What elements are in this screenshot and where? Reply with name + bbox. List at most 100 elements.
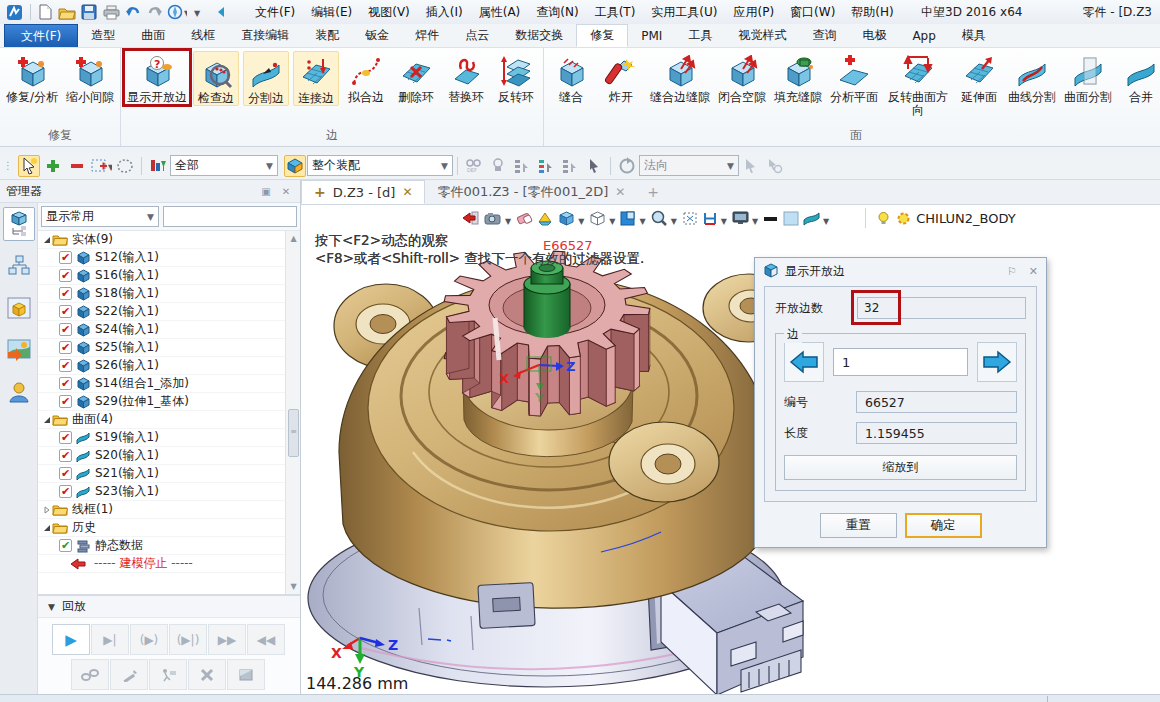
bg-color-icon[interactable] (782, 208, 800, 228)
tree-item-历史[interactable]: 历史 (38, 519, 300, 537)
tree-item-S20(输入1)[interactable]: ✔S20(输入1) (38, 447, 300, 465)
ribbon-button-修复/分析[interactable]: 修复/分析 (4, 51, 60, 104)
dropdown-arrow-icon[interactable]: ▼ (189, 3, 209, 21)
redo-icon[interactable] (145, 3, 165, 21)
assembly-manager-tab[interactable] (3, 249, 35, 283)
tree-item-S22(输入1)[interactable]: ✔S22(输入1) (38, 303, 300, 321)
tree-item-S19(输入1)[interactable]: ✔S19(输入1) (38, 429, 300, 447)
visibility-checkbox[interactable]: ✔ (59, 395, 72, 408)
filter-icon[interactable] (147, 155, 169, 177)
filter-all-combo[interactable]: 全部▼ (170, 155, 278, 176)
visibility-checkbox[interactable]: ✔ (59, 539, 72, 552)
ribbon-button-检查边[interactable]: 检查边 (193, 51, 239, 106)
ribbon-tab-视觉样式[interactable]: 视觉样式 (725, 24, 799, 47)
remove-red-icon[interactable] (66, 155, 88, 177)
list-pick2-icon[interactable] (559, 155, 581, 177)
frame-expand-icon[interactable] (681, 208, 699, 228)
view-orient-icon[interactable]: ▼ (167, 3, 187, 21)
marquee-icon[interactable]: ▼ (90, 155, 112, 177)
tree-manager-tab[interactable] (3, 207, 35, 241)
step-paren-button[interactable]: (▶) (130, 624, 168, 655)
menu-帮助(H)[interactable]: 帮助(H) (843, 1, 901, 24)
undo-icon[interactable] (123, 3, 143, 21)
app-logo-icon[interactable] (4, 3, 24, 21)
zoom-lens-icon[interactable] (650, 208, 669, 228)
open-file-icon[interactable] (57, 3, 77, 21)
tree-item-S14(组合1_添加)[interactable]: ✔S14(组合1_添加) (38, 375, 300, 393)
visibility-checkbox[interactable]: ✔ (59, 485, 72, 498)
ribbon-tab-造型[interactable]: 造型 (78, 24, 128, 47)
menu-工具(T)[interactable]: 工具(T) (587, 1, 644, 24)
pencil-button[interactable] (110, 659, 148, 690)
ribbon-button-缝合[interactable]: 缝合 (548, 51, 594, 104)
prev-edge-button[interactable] (784, 342, 824, 382)
ribbon-tab-线框[interactable]: 线框 (178, 24, 228, 47)
ribbon-tab-模具[interactable]: 模具 (949, 24, 999, 47)
ribbon-button-缝合边缝隙[interactable]: 缝合边缝隙 (648, 51, 712, 104)
save-icon[interactable] (79, 3, 99, 21)
lasso-icon[interactable] (114, 155, 136, 177)
collapsed-arrow-icon[interactable] (42, 506, 52, 514)
expanded-arrow-icon[interactable] (42, 416, 52, 424)
visibility-checkbox[interactable]: ✔ (59, 269, 72, 282)
ring-icon[interactable] (895, 208, 912, 228)
eraser-icon[interactable] (515, 208, 534, 228)
edge-index-field[interactable]: 1 (833, 348, 968, 376)
delete-x-button[interactable] (188, 659, 226, 690)
ribbon-tab-PMI[interactable]: PMI (628, 24, 675, 47)
ribbon-button-缩小间隙[interactable]: 缩小间隙 (64, 51, 116, 104)
dialog-titlebar[interactable]: 显示开放边 ⚐ ✕ (755, 258, 1046, 284)
ribbon-button-炸开[interactable]: 炸开 (598, 51, 644, 104)
visibility-checkbox[interactable]: ✔ (59, 467, 72, 480)
tree-item-S24(输入1)[interactable]: ✔S24(输入1) (38, 321, 300, 339)
step-end-button[interactable]: ▶| (91, 624, 129, 655)
ribbon-button-合并[interactable]: 合并 (1118, 51, 1160, 104)
tree-item-实体(9)[interactable]: 实体(9) (38, 231, 300, 249)
section-view-icon[interactable] (536, 208, 555, 228)
user-manager-tab[interactable] (3, 375, 35, 409)
solid-box-tab[interactable] (3, 291, 35, 325)
ribbon-tab-App[interactable]: App (899, 24, 948, 47)
base-clip-tab[interactable] (478, 583, 535, 629)
menu-属性(A)[interactable]: 属性(A) (471, 1, 529, 24)
file-menu-button[interactable]: 文件(F) (4, 24, 78, 47)
print-icon[interactable] (101, 3, 121, 21)
scope-combo[interactable]: 整个装配▼ (307, 155, 453, 176)
menu-编辑(E)[interactable]: 编辑(E) (303, 1, 360, 24)
rewind-button[interactable]: ◀◀ (247, 624, 285, 655)
ribbon-tab-钣金[interactable]: 钣金 (352, 24, 402, 47)
visibility-checkbox[interactable]: ✔ (59, 251, 72, 264)
exit-icon[interactable] (461, 208, 481, 228)
collapse-left-icon[interactable] (211, 3, 231, 21)
ribbon-button-延伸面[interactable]: 延伸面 (956, 51, 1002, 104)
visibility-checkbox[interactable]: ✔ (59, 287, 72, 300)
tree-item-S18(输入1)[interactable]: ✔S18(输入1) (38, 285, 300, 303)
scroll-thumb[interactable] (288, 409, 299, 457)
menu-窗口(W)[interactable]: 窗口(W) (782, 1, 843, 24)
tree-scrollbar[interactable]: ▲ ▼ (285, 231, 300, 594)
tree-filter-input[interactable] (163, 206, 297, 227)
visual-manager-tab[interactable] (3, 333, 35, 367)
step-paren-pause-button[interactable]: (▶|) (169, 624, 207, 655)
ribbon-button-反转环[interactable]: 反转环 (493, 51, 539, 104)
menu-实用工具(U)[interactable]: 实用工具(U) (643, 1, 725, 24)
link-sel-icon[interactable] (487, 155, 509, 177)
list-pick-icon[interactable] (511, 155, 533, 177)
add-green-icon[interactable] (42, 155, 64, 177)
tab-close-icon[interactable]: ✕ (402, 185, 412, 199)
ok-button[interactable]: 确定 (905, 513, 982, 538)
tree-item-S29(拉伸1_基体)[interactable]: ✔S29(拉伸1_基体) (38, 393, 300, 411)
menu-应用(P)[interactable]: 应用(P) (725, 1, 782, 24)
ribbon-tab-查询[interactable]: 查询 (799, 24, 849, 47)
ribbon-button-删除环[interactable]: 删除环 (393, 51, 439, 104)
ribbon-tab-直接编辑[interactable]: 直接编辑 (228, 24, 302, 47)
ribbon-tab-工具[interactable]: 工具 (675, 24, 725, 47)
expanded-arrow-icon[interactable] (42, 524, 52, 532)
monitor-icon[interactable] (731, 208, 750, 228)
ribbon-tab-数据交换[interactable]: 数据交换 (502, 24, 576, 47)
ribbon-button-显示开放边[interactable]: ?显示开放边 (125, 51, 189, 104)
menu-插入(I)[interactable]: 插入(I) (418, 1, 471, 24)
ribbon-button-替换环[interactable]: 替换环 (443, 51, 489, 104)
render-mode-icon[interactable] (483, 208, 503, 228)
bulb-icon[interactable] (876, 208, 891, 228)
